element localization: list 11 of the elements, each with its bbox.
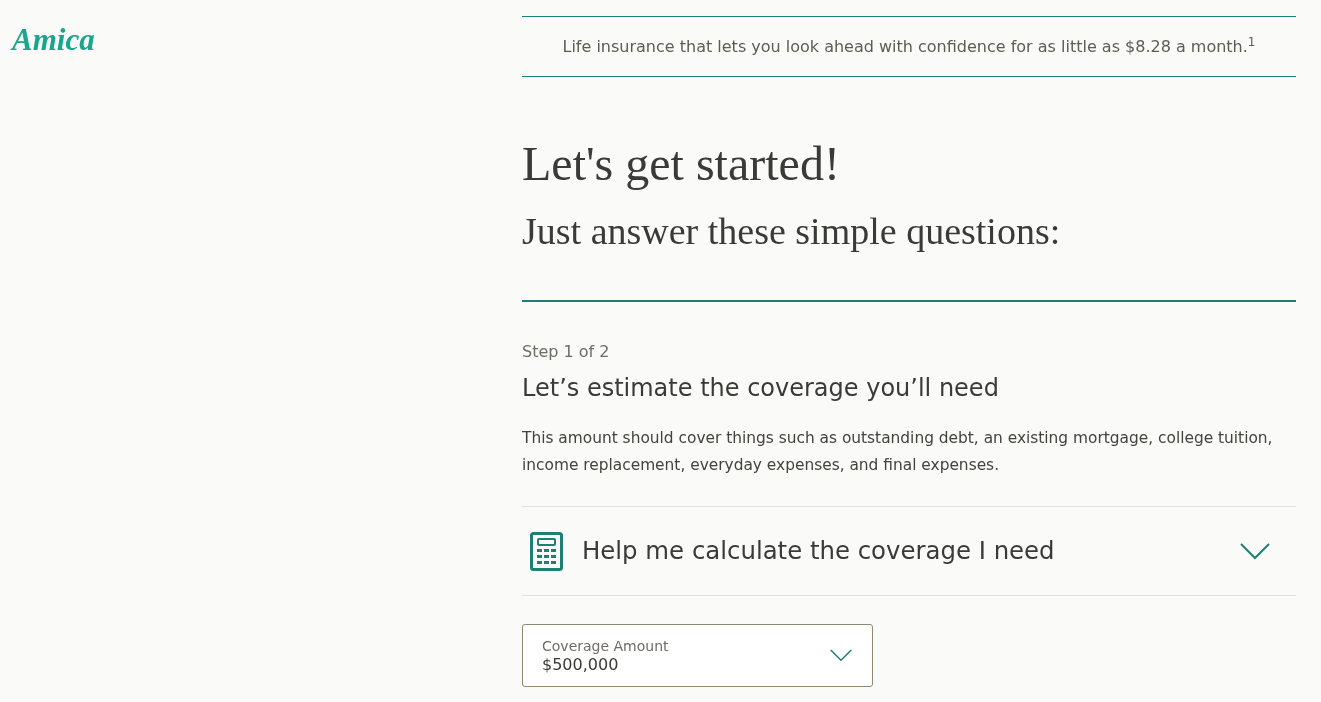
accordion-label: Help me calculate the coverage I need [582, 535, 1056, 567]
step-description: This amount should cover things such as outstanding debt, an existing mortgage, college tuition, income replacement, everyday expenses, and final expenses. [522, 428, 1274, 476]
step-heading: Let’s estimate the coverage you’ll need [522, 373, 999, 404]
step-label: Step 1 of 2 [522, 341, 610, 363]
calculator-icon [530, 531, 563, 571]
promo-banner-text: Life insurance that lets you look ahead with confidence for as little as $8.28 a month.$^{1}$ [562, 34, 1256, 58]
page-title: Let's get started! [522, 136, 840, 192]
chevron-icon [830, 649, 852, 662]
coverage-amount-select[interactable]: Coverage Amount $500,000 [522, 624, 873, 687]
calculator-accordion-header[interactable]: Help me calculate the coverage I need [522, 507, 1296, 595]
page-subtitle: Just answer these simple questions: [522, 210, 1061, 252]
